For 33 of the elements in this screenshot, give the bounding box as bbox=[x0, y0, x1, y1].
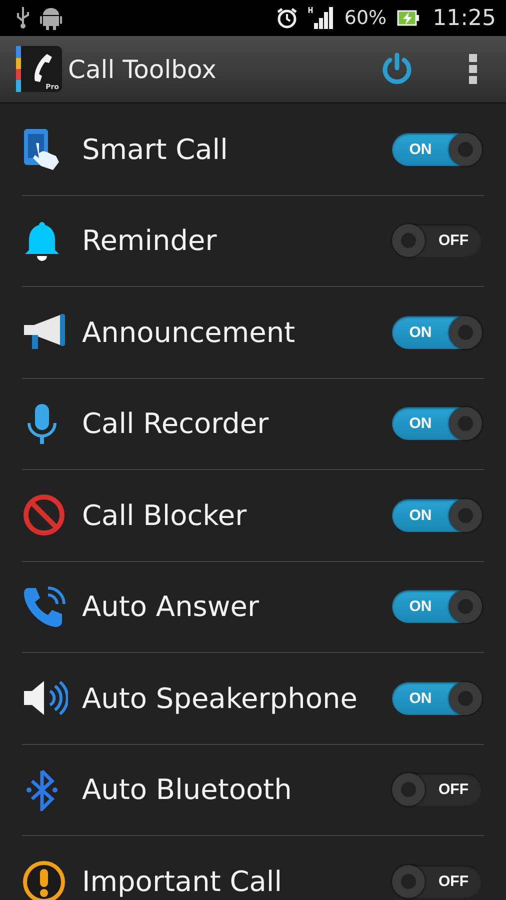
battery-charging-icon bbox=[396, 10, 419, 26]
toggle-switch[interactable]: ON bbox=[392, 132, 482, 166]
feature-label: Reminder bbox=[82, 224, 218, 258]
toggle-switch[interactable]: ON bbox=[392, 590, 482, 624]
app-title: Call Toolbox bbox=[68, 54, 216, 84]
robot-icon bbox=[40, 6, 62, 30]
feature-label: Important Call bbox=[82, 865, 283, 898]
alarm-clock-icon bbox=[276, 7, 298, 29]
power-icon[interactable] bbox=[380, 52, 414, 86]
toggle-switch[interactable]: OFF bbox=[392, 224, 482, 258]
toggle-switch[interactable]: ON bbox=[392, 498, 482, 532]
app-logo bbox=[16, 46, 62, 92]
toggle-switch[interactable]: ON bbox=[392, 316, 482, 349]
feature-label: Smart Call bbox=[82, 132, 229, 166]
menu-icon[interactable] bbox=[468, 53, 478, 85]
prohibited-icon bbox=[22, 493, 66, 538]
phone-ringing-icon bbox=[22, 584, 68, 630]
toggle-switch[interactable]: OFF bbox=[392, 773, 482, 806]
feature-label: Auto Bluetooth bbox=[82, 773, 293, 806]
feature-label: Call Recorder bbox=[82, 407, 270, 440]
signal-icon bbox=[308, 6, 334, 30]
speaker-icon bbox=[22, 679, 68, 718]
megaphone-icon bbox=[22, 313, 68, 352]
feature-label: Announcement bbox=[82, 316, 296, 349]
feature-label: Auto Answer bbox=[82, 590, 260, 624]
battery-percent: 60% bbox=[344, 7, 387, 29]
toggle-switch[interactable]: ON bbox=[392, 407, 482, 440]
usb-icon bbox=[16, 7, 30, 29]
clock-time: 11:25 bbox=[432, 6, 496, 30]
feature-label: Call Blocker bbox=[82, 498, 248, 532]
toggle-switch[interactable]: OFF bbox=[392, 865, 482, 898]
feature-label: Auto Speakerphone bbox=[82, 682, 358, 715]
toggle-switch[interactable]: ON bbox=[392, 682, 482, 715]
